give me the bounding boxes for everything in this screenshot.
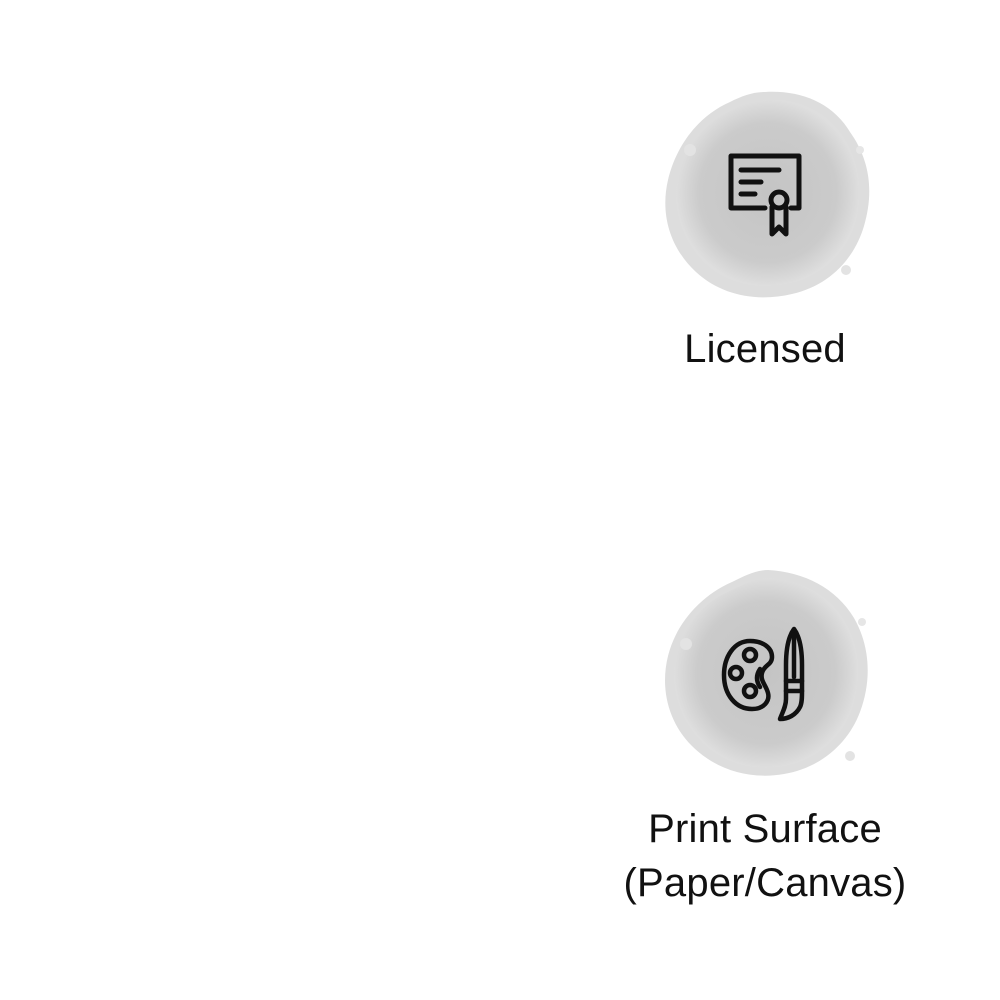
watercolor-badge bbox=[650, 80, 880, 310]
feature-label-line-2: (Paper/Canvas) bbox=[623, 861, 907, 905]
page: Licensed Print Surface (Paper/Canvas) bbox=[0, 0, 1000, 1000]
watercolor-badge bbox=[650, 560, 880, 790]
certificate-icon bbox=[728, 153, 802, 237]
feature-label-licensed: Licensed bbox=[684, 327, 846, 371]
palette-brush-icon bbox=[721, 626, 805, 722]
feature-label-line-1: Print Surface bbox=[648, 807, 882, 851]
feature-label-print-surface: Print Surface (Paper/Canvas) bbox=[624, 802, 907, 910]
feature-print-surface: Print Surface (Paper/Canvas) bbox=[610, 560, 920, 910]
feature-licensed: Licensed bbox=[610, 80, 920, 376]
